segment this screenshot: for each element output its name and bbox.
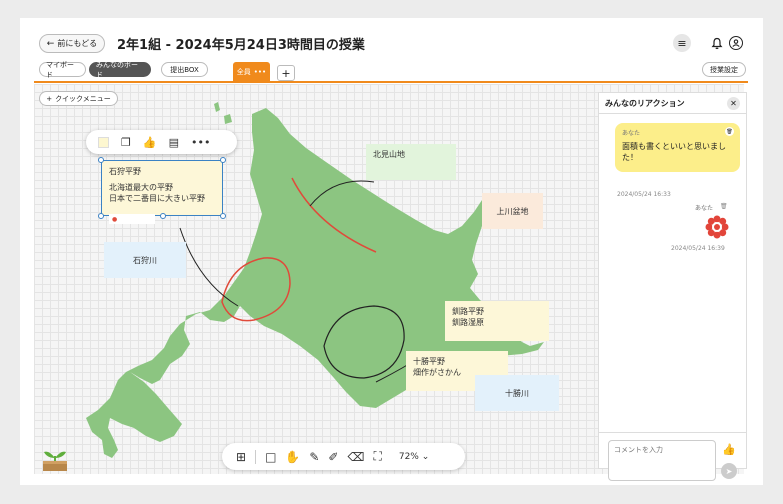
thumbs-up-icon[interactable]: 👍 — [143, 136, 157, 149]
eraser-icon[interactable]: ⌫ — [347, 450, 364, 464]
note-line: 十勝平野 — [413, 357, 445, 366]
sticky-note-kamikawa[interactable]: 上川盆地 — [482, 193, 543, 229]
zoom-value: 72% — [398, 451, 419, 462]
menu-icon[interactable]: ≡ — [673, 34, 691, 52]
more-icon[interactable]: ••• — [191, 136, 210, 149]
sticky-note-kushiro[interactable]: 釧路平野 釧路湿原 — [445, 301, 549, 341]
reaction-author: あなた — [695, 205, 714, 212]
more-dots-icon[interactable]: ••• — [254, 68, 266, 76]
reactions-panel: みんなのリアクション ✕ あなた 面積も書くといいと思いました！ 🗑 2024/… — [598, 92, 747, 481]
reaction-author: あなた — [622, 130, 641, 137]
tab-submit-box[interactable]: 提出BOX — [161, 62, 208, 77]
seedling-box-icon[interactable] — [41, 446, 69, 472]
flower-stamp-icon — [705, 215, 729, 239]
island-rebun — [214, 102, 220, 112]
drawing-toolbar: ⊞ □ ✋ ✎ ✐ ⌫ ⛶ 72% ⌄ — [222, 443, 465, 470]
class-settings-button[interactable]: 授業設定 — [702, 62, 746, 77]
bell-icon[interactable] — [708, 34, 726, 52]
page-title: 2年1組 - 2024年5月24日3時間目の授業 — [117, 38, 365, 53]
quick-menu-button[interactable]: + クイックメニュー — [39, 91, 118, 106]
sticky-note-kitami[interactable]: 北見山地 — [366, 144, 456, 180]
resize-handle[interactable] — [220, 157, 226, 163]
resize-handle[interactable] — [220, 213, 226, 219]
note-line: 釧路平野 — [452, 307, 484, 316]
add-tab-button[interactable]: + — [277, 65, 295, 81]
tab-all[interactable]: 全員 ••• — [233, 62, 270, 81]
reaction-time: 2024/05/24 16:33 — [617, 191, 671, 198]
plus-icon: + — [46, 94, 53, 103]
tab-myboard[interactable]: マイボード — [39, 61, 86, 79]
reaction-time: 2024/05/24 16:39 — [671, 245, 725, 252]
avatar-icon: ● — [112, 215, 118, 223]
zoom-select[interactable]: 72% ⌄ — [399, 452, 429, 462]
thumbs-up-icon[interactable]: 👍 — [722, 443, 736, 456]
reaction-comment: あなた 面積も書くといいと思いました！ 🗑 — [615, 123, 740, 172]
app-window: ← 前にもどる 2年1組 - 2024年5月24日3時間目の授業 ≡ マイボード… — [20, 18, 763, 485]
marker-icon[interactable]: ✐ — [328, 450, 338, 464]
close-icon[interactable]: ✕ — [727, 96, 740, 110]
tab-all-label: 全員 — [236, 67, 251, 76]
resize-handle[interactable] — [98, 157, 104, 163]
panel-title: みんなのリアクション — [605, 98, 685, 108]
sticky-note-ishikari-river[interactable]: 石狩川 — [104, 242, 186, 278]
back-label: 前にもどる — [57, 39, 98, 48]
select-icon[interactable]: □ — [265, 450, 276, 464]
island-rishiri — [224, 114, 232, 124]
resize-handle[interactable] — [160, 213, 166, 219]
comment-icon[interactable]: ▤ — [169, 136, 179, 149]
note-toolbar: ❐ 👍 ▤ ••• — [86, 130, 237, 154]
sticky-note-tokachi-river[interactable]: 十勝川 — [475, 375, 559, 411]
note-line: 日本で二番目に大きい平野 — [109, 194, 205, 203]
color-swatch-button[interactable] — [98, 136, 109, 148]
tab-everyone-board[interactable]: みんなのボード — [89, 61, 151, 79]
back-button[interactable]: ← 前にもどる — [39, 34, 105, 53]
pen-icon[interactable]: ✎ — [309, 450, 319, 464]
quick-menu-label: クイックメニュー — [55, 94, 111, 103]
user-icon[interactable] — [729, 36, 743, 50]
layer-icon[interactable]: ❐ — [121, 136, 131, 149]
note-title: 石狩平野 — [109, 167, 141, 176]
note-line: 北海道最大の平野 — [109, 183, 173, 192]
hand-icon[interactable]: ✋ — [285, 450, 300, 464]
sticky-note-ishikari-plain[interactable]: 石狩平野 北海道最大の平野 日本で二番目に大きい平野 — [98, 157, 226, 219]
comment-input[interactable] — [608, 440, 716, 481]
toolbar-divider — [255, 449, 257, 464]
trash-icon[interactable]: 🗑 — [725, 127, 734, 136]
send-icon[interactable]: ➤ — [721, 463, 737, 479]
resize-handle[interactable] — [98, 213, 104, 219]
note-line: 釧路湿原 — [452, 318, 484, 327]
reaction-text: 面積も書くといいと思いました！ — [622, 142, 726, 162]
tab-underline — [34, 81, 748, 83]
panel-divider — [599, 432, 746, 433]
arrow-left-icon: ← — [46, 38, 55, 49]
panel-header: みんなのリアクション ✕ — [599, 93, 746, 114]
add-note-icon[interactable]: ⊞ — [236, 450, 246, 464]
note-author-tag: ● — [109, 214, 155, 224]
trash-icon[interactable]: 🗑 — [720, 203, 728, 210]
capture-icon[interactable]: ⛶ — [373, 449, 381, 464]
